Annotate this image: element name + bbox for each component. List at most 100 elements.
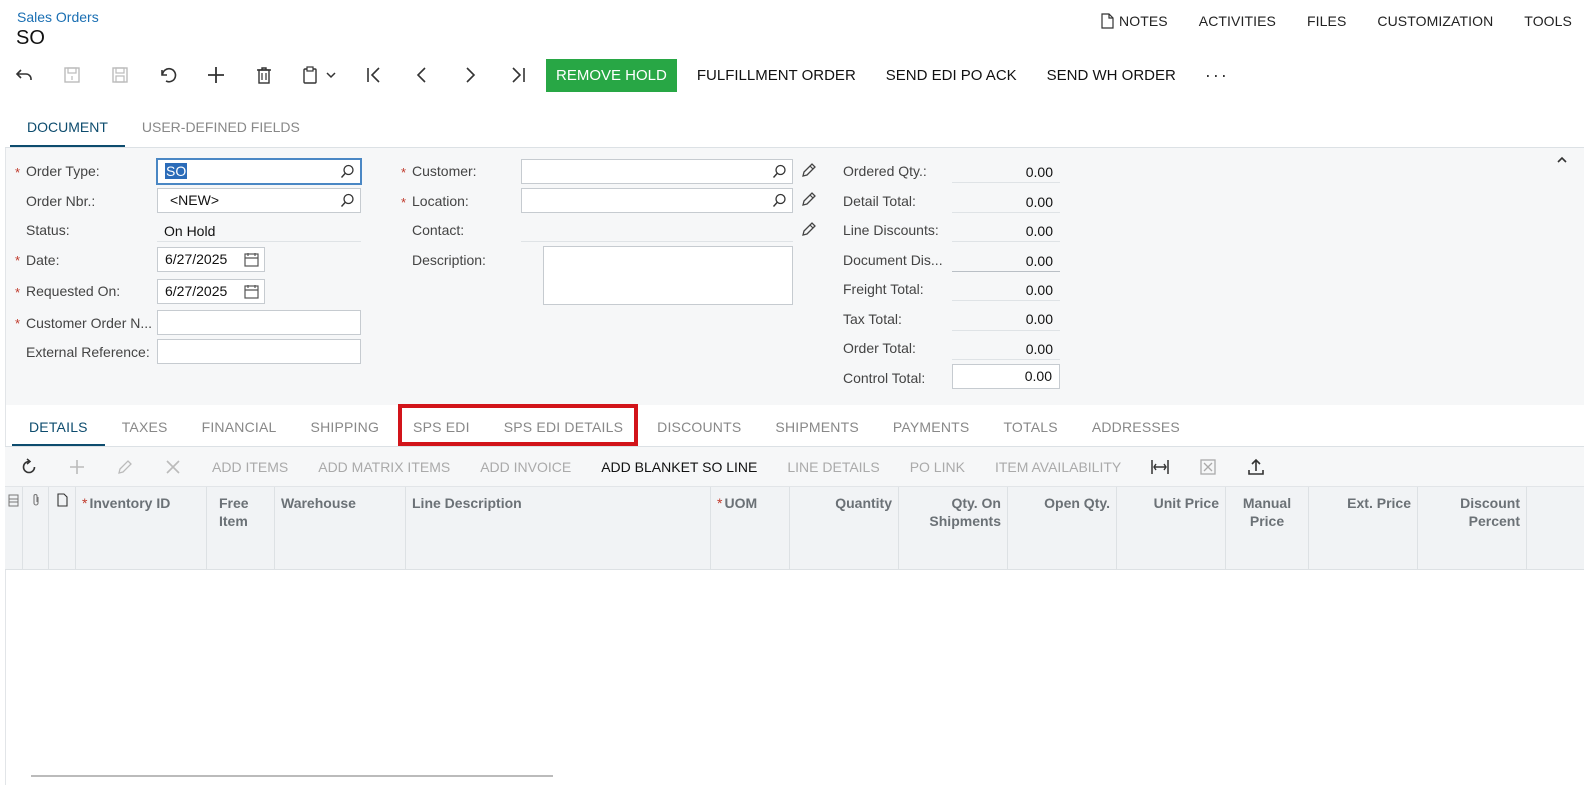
customer-order-nbr-input[interactable] [157, 310, 361, 335]
grid-col-quantity[interactable]: Quantity [790, 487, 899, 570]
copy-paste-button[interactable] [288, 58, 350, 92]
edit-row-button[interactable] [101, 447, 149, 486]
edit-contact-icon[interactable] [801, 221, 817, 237]
search-icon[interactable] [772, 164, 787, 179]
grid-col-line-description[interactable]: Line Description [406, 487, 711, 570]
refresh-button[interactable] [5, 447, 53, 486]
save-button[interactable] [96, 58, 144, 92]
customization-link[interactable]: CUSTOMIZATION [1377, 13, 1493, 29]
grid-col-free-item[interactable]: Free Item [207, 487, 275, 570]
add-row-button[interactable] [53, 447, 101, 486]
requested-on-input[interactable]: 6/27/2025 [157, 279, 265, 304]
add-items-button[interactable]: ADD ITEMS [197, 459, 303, 475]
edit-location-icon[interactable] [801, 191, 817, 207]
excel-icon [1200, 458, 1216, 475]
more-menu-button[interactable]: ··· [1191, 65, 1243, 86]
previous-record-button[interactable] [398, 58, 446, 92]
search-icon[interactable] [340, 164, 355, 179]
files-link[interactable]: FILES [1307, 13, 1346, 29]
undo-button[interactable] [144, 58, 192, 92]
search-icon[interactable] [772, 193, 787, 208]
save-close-button[interactable] [48, 58, 96, 92]
grid-col-manual-price[interactable]: Manual Price [1226, 487, 1309, 570]
tab-user-defined-fields[interactable]: USER-DEFINED FIELDS [125, 110, 317, 147]
chevron-right-icon [466, 67, 476, 83]
grid-col-qty-on-shipments[interactable]: Qty. On Shipments [899, 487, 1008, 570]
export-excel-button[interactable] [1184, 447, 1232, 486]
last-record-button[interactable] [494, 58, 542, 92]
horizontal-scrollbar[interactable] [31, 775, 553, 777]
tab-shipments[interactable]: SHIPMENTS [758, 407, 875, 446]
collapse-button[interactable] [1556, 152, 1568, 168]
fulfillment-order-button[interactable]: FULFILLMENT ORDER [682, 58, 871, 92]
date-input[interactable]: 6/27/2025 [157, 247, 265, 272]
grid-col-uom[interactable]: * UOM [711, 487, 790, 570]
tab-discounts[interactable]: DISCOUNTS [640, 407, 758, 446]
activities-link[interactable]: ACTIVITIES [1199, 13, 1276, 29]
line-details-button[interactable]: LINE DETAILS [772, 459, 894, 475]
upload-button[interactable] [1232, 447, 1280, 486]
item-availability-button[interactable]: ITEM AVAILABILITY [980, 459, 1136, 475]
edit-customer-icon[interactable] [801, 162, 817, 178]
next-record-button[interactable] [446, 58, 494, 92]
order-type-input[interactable]: SO [157, 159, 361, 184]
tab-document[interactable]: DOCUMENT [10, 110, 125, 147]
last-icon [512, 67, 525, 83]
grid-col-unit-price[interactable]: Unit Price [1117, 487, 1226, 570]
tab-totals[interactable]: TOTALS [986, 407, 1074, 446]
customer-order-nbr-label: Customer Order N... [26, 315, 153, 331]
save-close-icon [64, 67, 80, 83]
breadcrumb[interactable]: Sales Orders [17, 9, 99, 25]
tab-financial[interactable]: FINANCIAL [185, 407, 294, 446]
add-button[interactable] [192, 58, 240, 92]
tab-details[interactable]: DETAILS [12, 407, 105, 446]
grid-col-warehouse[interactable]: Warehouse [275, 487, 406, 570]
calendar-icon[interactable] [244, 284, 259, 299]
calendar-icon[interactable] [244, 252, 259, 267]
order-nbr-input[interactable]: <NEW> [157, 188, 361, 213]
description-textarea[interactable] [543, 246, 793, 305]
remove-hold-button[interactable]: REMOVE HOLD [546, 58, 677, 92]
fit-to-screen-button[interactable] [1136, 447, 1184, 486]
po-link-button[interactable]: PO LINK [895, 459, 980, 475]
add-invoice-button[interactable]: ADD INVOICE [465, 459, 586, 475]
tab-payments[interactable]: PAYMENTS [876, 407, 987, 446]
location-label: Location: [412, 193, 469, 209]
grid-col-open-qty[interactable]: Open Qty. [1008, 487, 1117, 570]
tab-taxes[interactable]: TAXES [105, 407, 185, 446]
tools-link[interactable]: TOOLS [1524, 13, 1572, 29]
requested-on-label: Requested On: [26, 283, 121, 299]
grid-col-ext-price[interactable]: Ext. Price [1309, 487, 1418, 570]
order-nbr-label: Order Nbr.: [26, 193, 96, 209]
grid-col-attachment[interactable] [23, 487, 49, 570]
plus-icon [70, 459, 84, 474]
control-total-input[interactable]: 0.00 [952, 364, 1060, 389]
required-marker: * [717, 495, 723, 511]
tab-addresses[interactable]: ADDRESSES [1075, 407, 1197, 446]
send-edi-po-ack-button[interactable]: SEND EDI PO ACK [871, 58, 1032, 92]
grid-col-discount-percent[interactable]: Discount Percent [1418, 487, 1527, 570]
add-blanket-so-line-button[interactable]: ADD BLANKET SO LINE [586, 459, 772, 475]
required-marker: * [401, 195, 407, 210]
grid-col-selector[interactable] [5, 487, 23, 570]
add-matrix-items-button[interactable]: ADD MATRIX ITEMS [303, 459, 465, 475]
grid-col-inventory-id[interactable]: * Inventory ID [76, 487, 207, 570]
send-wh-order-button[interactable]: SEND WH ORDER [1032, 58, 1191, 92]
customer-input[interactable] [521, 159, 793, 184]
back-button[interactable] [0, 58, 48, 92]
open-qty-header: Open Qty. [1044, 495, 1110, 511]
tab-shipping[interactable]: SHIPPING [294, 407, 397, 446]
delete-row-button[interactable] [149, 447, 197, 486]
required-marker: * [401, 165, 407, 180]
notes-link[interactable]: NOTES [1101, 13, 1168, 29]
first-record-button[interactable] [350, 58, 398, 92]
search-icon[interactable] [340, 193, 355, 208]
external-reference-input[interactable] [157, 339, 361, 364]
document-discount-value: 0.00 [1025, 253, 1053, 269]
unit-price-header: Unit Price [1153, 495, 1219, 511]
delete-button[interactable] [240, 58, 288, 92]
location-input[interactable] [521, 188, 793, 213]
detail-total-value: 0.00 [1025, 194, 1053, 210]
line-description-header: Line Description [412, 495, 522, 511]
grid-col-notes[interactable] [49, 487, 76, 570]
